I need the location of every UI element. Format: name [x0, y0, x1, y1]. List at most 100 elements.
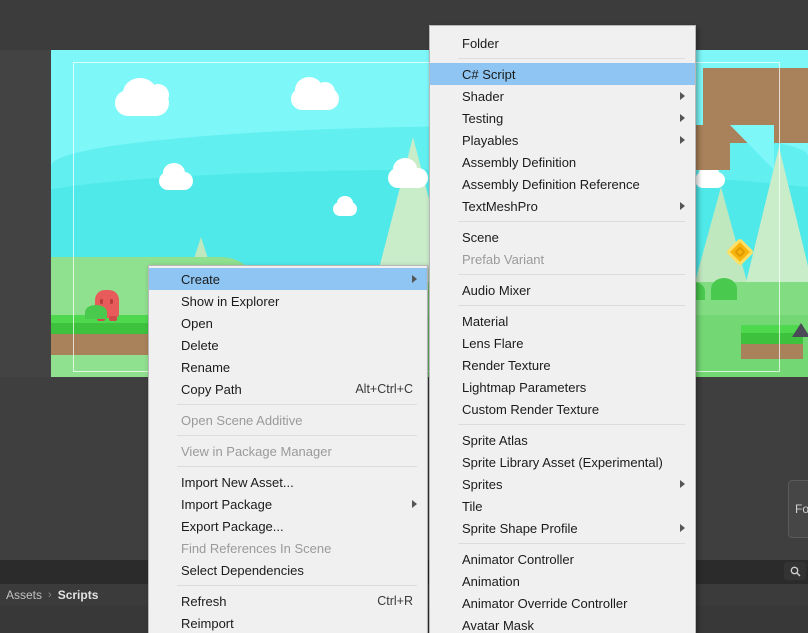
breadcrumb-current[interactable]: Scripts — [58, 588, 99, 602]
menu-item-label: Reimport — [181, 615, 234, 631]
menu-item-assembly-definition[interactable]: Assembly Definition — [430, 151, 695, 173]
menu-item-animation[interactable]: Animation — [430, 570, 695, 592]
spike-hazard — [792, 323, 808, 337]
breadcrumb-root[interactable]: Assets — [6, 588, 42, 602]
menu-item-label: Audio Mixer — [462, 282, 531, 298]
menu-item-label: Custom Render Texture — [462, 401, 600, 417]
menu-item-lightmap-parameters[interactable]: Lightmap Parameters — [430, 376, 695, 398]
menu-item-testing[interactable]: Testing — [430, 107, 695, 129]
menu-item-label: Copy Path — [181, 381, 242, 397]
menu-item-label: View in Package Manager — [181, 443, 332, 459]
menu-item-shortcut: Ctrl+R — [377, 594, 413, 608]
menu-item-label: Animator Override Controller — [462, 595, 628, 611]
menu-item-label: Import New Asset... — [181, 474, 294, 490]
menu-item-prefab-variant: Prefab Variant — [430, 248, 695, 270]
menu-item-label: Assembly Definition Reference — [462, 176, 640, 192]
menu-item-label: Sprite Atlas — [462, 432, 528, 448]
menu-item-lens-flare[interactable]: Lens Flare — [430, 332, 695, 354]
asset-context-menu[interactable]: Create Show in Explorer Open Delete Rename Co… — [148, 265, 428, 633]
breadcrumb[interactable]: Assets › Scripts — [6, 586, 98, 604]
menu-item-create[interactable]: Create — [149, 268, 427, 290]
menu-separator — [177, 466, 417, 467]
menu-item-sprite-library-asset-experimental[interactable]: Sprite Library Asset (Experimental) — [430, 451, 695, 473]
menu-item-label: Scene — [462, 229, 499, 245]
menu-item-open-scene-additive: Open Scene Additive — [149, 409, 427, 431]
menu-item-open[interactable]: Open — [149, 312, 427, 334]
menu-item-label: Animation — [462, 573, 520, 589]
menu-item-sprites[interactable]: Sprites — [430, 473, 695, 495]
menu-item-label: Sprite Library Asset (Experimental) — [462, 454, 663, 470]
menu-item-sprite-atlas[interactable]: Sprite Atlas — [430, 429, 695, 451]
menu-item-label: Tile — [462, 498, 483, 514]
menu-separator — [458, 274, 685, 275]
menu-item-import-new-asset[interactable]: Import New Asset... — [149, 471, 427, 493]
menu-item-label: Animator Controller — [462, 551, 574, 567]
menu-item-textmeshpro[interactable]: TextMeshPro — [430, 195, 695, 217]
menu-item-tile[interactable]: Tile — [430, 495, 695, 517]
menu-item-label: C# Script — [462, 66, 516, 82]
breadcrumb-separator-icon: › — [48, 589, 52, 601]
menu-item-label: Playables — [462, 132, 519, 148]
menu-item-label: Open Scene Additive — [181, 412, 303, 428]
menu-separator — [177, 435, 417, 436]
menu-item-audio-mixer[interactable]: Audio Mixer — [430, 279, 695, 301]
menu-item-label: Assembly Definition — [462, 154, 577, 170]
menu-item-animator-override-controller[interactable]: Animator Override Controller — [430, 592, 695, 614]
menu-item-export-package[interactable]: Export Package... — [149, 515, 427, 537]
menu-item-label: Sprite Shape Profile — [462, 520, 578, 536]
menu-separator — [177, 404, 417, 405]
menu-item-sprite-shape-profile[interactable]: Sprite Shape Profile — [430, 517, 695, 539]
menu-item-label: Prefab Variant — [462, 251, 545, 267]
create-submenu[interactable]: Folder C# Script Shader Testing Playables Ass… — [429, 25, 696, 633]
chevron-right-icon — [680, 114, 685, 122]
chevron-right-icon — [412, 275, 417, 283]
menu-item-custom-render-texture[interactable]: Custom Render Texture — [430, 398, 695, 420]
menu-item-scene[interactable]: Scene — [430, 226, 695, 248]
menu-item-show-in-explorer[interactable]: Show in Explorer — [149, 290, 427, 312]
menu-item-view-in-package-manager: View in Package Manager — [149, 440, 427, 462]
menu-item-label: Lightmap Parameters — [462, 379, 587, 395]
menu-item-import-package[interactable]: Import Package — [149, 493, 427, 515]
menu-item-delete[interactable]: Delete — [149, 334, 427, 356]
menu-item-label: Shader — [462, 88, 504, 104]
menu-item-c-script[interactable]: C# Script — [430, 63, 695, 85]
menu-item-label: Delete — [181, 337, 219, 353]
menu-item-render-texture[interactable]: Render Texture — [430, 354, 695, 376]
chevron-right-icon — [680, 524, 685, 532]
menu-item-label: Select Dependencies — [181, 562, 304, 578]
menu-item-label: Testing — [462, 110, 504, 126]
menu-item-label: Show in Explorer — [181, 293, 280, 309]
menu-item-avatar-mask[interactable]: Avatar Mask — [430, 614, 695, 633]
menu-item-copy-path[interactable]: Copy Path Alt+Ctrl+C — [149, 378, 427, 400]
menu-item-label: Avatar Mask — [462, 617, 535, 633]
menu-separator — [458, 543, 685, 544]
chevron-right-icon — [680, 480, 685, 488]
menu-item-animator-controller[interactable]: Animator Controller — [430, 548, 695, 570]
menu-item-label: Create — [181, 271, 221, 287]
menu-item-refresh[interactable]: Refresh Ctrl+R — [149, 590, 427, 612]
menu-item-shader[interactable]: Shader — [430, 85, 695, 107]
menu-item-reimport[interactable]: Reimport — [149, 612, 427, 633]
menu-item-assembly-definition-reference[interactable]: Assembly Definition Reference — [430, 173, 695, 195]
menu-item-playables[interactable]: Playables — [430, 129, 695, 151]
menu-item-shortcut: Alt+Ctrl+C — [355, 382, 413, 396]
menu-item-find-references-in-scene: Find References In Scene — [149, 537, 427, 559]
menu-separator — [458, 424, 685, 425]
chevron-right-icon — [680, 92, 685, 100]
menu-item-folder[interactable]: Folder — [430, 32, 695, 54]
menu-item-material[interactable]: Material — [430, 310, 695, 332]
chevron-right-icon — [412, 500, 417, 508]
menu-item-label: Render Texture — [462, 357, 551, 373]
menu-item-label: Rename — [181, 359, 231, 375]
menu-item-select-dependencies[interactable]: Select Dependencies — [149, 559, 427, 581]
project-folder-item[interactable]: Fo — [788, 480, 808, 538]
menu-item-label: Refresh — [181, 593, 227, 609]
menu-item-label: Open — [181, 315, 213, 331]
menu-item-rename[interactable]: Rename — [149, 356, 427, 378]
search-icon — [790, 566, 800, 576]
chevron-right-icon — [680, 136, 685, 144]
menu-item-label: Sprites — [462, 476, 503, 492]
menu-item-label: Material — [462, 313, 509, 329]
search-input[interactable] — [784, 562, 806, 580]
menu-item-label: Export Package... — [181, 518, 284, 534]
